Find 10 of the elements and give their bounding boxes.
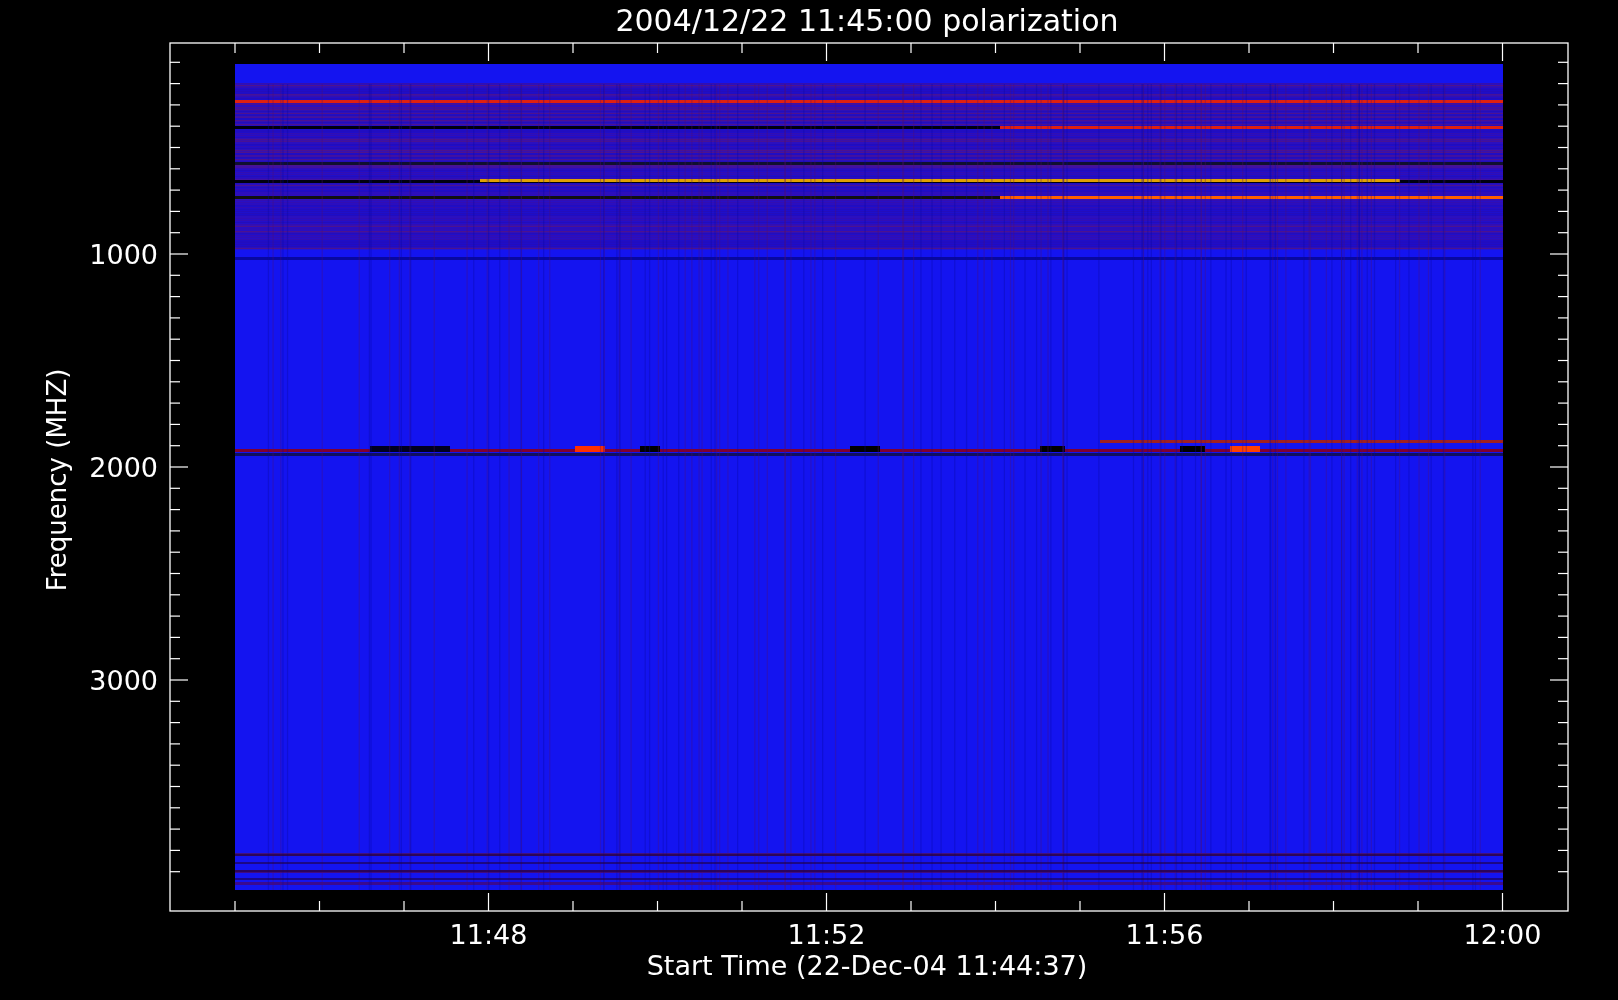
- plot-title: 2004/12/22 11:45:00 polarization: [615, 3, 1119, 38]
- y-axis-label: Frequency (MHZ): [42, 368, 72, 592]
- y-tick-label: 2000: [89, 452, 158, 483]
- x-tick-label: 11:56: [1125, 919, 1204, 950]
- x-axis-label: Start Time (22-Dec-04 11:44:37): [646, 950, 1088, 981]
- y-tick-label: 3000: [89, 665, 158, 696]
- x-tick-label: 12:00: [1463, 919, 1542, 950]
- x-tick-label: 11:48: [449, 919, 528, 950]
- x-tick-label: 11:52: [787, 919, 866, 950]
- y-tick-label: 1000: [89, 239, 158, 270]
